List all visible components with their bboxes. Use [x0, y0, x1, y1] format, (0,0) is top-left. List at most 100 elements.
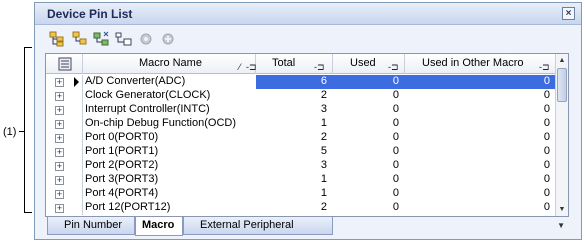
grid-settings-icon[interactable]: [58, 57, 72, 71]
cell-used[interactable]: 0: [333, 159, 405, 173]
filter-icon: [93, 31, 109, 46]
cell-used[interactable]: 0: [333, 187, 405, 201]
expand-plus-icon[interactable]: +: [55, 120, 64, 129]
cell-used-other[interactable]: 0: [405, 117, 556, 131]
cell-total[interactable]: 1: [256, 173, 333, 187]
expand-plus-icon[interactable]: +: [55, 106, 64, 115]
cell-used[interactable]: 0: [333, 173, 405, 187]
toolbar: [35, 25, 581, 53]
cell-macro-name[interactable]: Port 1(PORT1): [85, 145, 256, 159]
col-used-label: Used: [350, 57, 376, 69]
collapse-all-button[interactable]: [71, 31, 89, 47]
row-header[interactable]: +: [46, 75, 83, 89]
expand-plus-icon[interactable]: +: [55, 190, 64, 199]
col-header-total[interactable]: Total -⊐: [256, 54, 333, 74]
disabled-button-1[interactable]: [137, 31, 155, 47]
row-header[interactable]: +: [46, 159, 83, 173]
expand-plus-icon[interactable]: +: [55, 204, 64, 213]
tab-macro[interactable]: Macro: [135, 217, 183, 236]
tab-external-peripheral[interactable]: External Peripheral: [183, 217, 333, 235]
cell-macro-name[interactable]: Port 2(PORT2): [85, 159, 256, 173]
cell-macro-name[interactable]: A/D Converter(ADC): [85, 75, 256, 89]
tab-external-peripheral-label: External Peripheral: [200, 219, 294, 231]
cell-used[interactable]: 0: [333, 131, 405, 145]
row-header[interactable]: +: [46, 89, 83, 103]
row-header[interactable]: +: [46, 187, 83, 201]
cell-used[interactable]: 0: [333, 75, 405, 89]
cell-macro-name[interactable]: Interrupt Controller(INTC): [85, 103, 256, 117]
cell-used[interactable]: 0: [333, 201, 405, 215]
row-header[interactable]: +: [46, 201, 83, 215]
table-row[interactable]: + Port 0(PORT0) 2 0 0: [46, 131, 556, 145]
table-row[interactable]: + Port 1(PORT1) 5 0 0: [46, 145, 556, 159]
table-row[interactable]: + Port 3(PORT3) 1 0 0: [46, 173, 556, 187]
cell-total[interactable]: 2: [256, 201, 333, 215]
table-row[interactable]: + A/D Converter(ADC) 6 0 0: [46, 75, 556, 89]
cell-used-other[interactable]: 0: [405, 103, 556, 117]
expand-all-button[interactable]: [49, 31, 67, 47]
cell-macro-name[interactable]: Port 4(PORT4): [85, 187, 256, 201]
cell-used[interactable]: 0: [333, 117, 405, 131]
expand-plus-icon[interactable]: +: [55, 162, 64, 171]
cell-used-other[interactable]: 0: [405, 145, 556, 159]
cell-used-other[interactable]: 0: [405, 75, 556, 89]
scroll-up-icon[interactable]: ▲: [556, 54, 568, 67]
table-row[interactable]: + Clock Generator(CLOCK) 2 0 0: [46, 89, 556, 103]
cell-used-other[interactable]: 0: [405, 131, 556, 145]
cell-total[interactable]: 3: [256, 103, 333, 117]
collapse-all-icon: [72, 31, 87, 45]
expand-plus-icon[interactable]: +: [55, 78, 64, 87]
cell-total[interactable]: 2: [256, 89, 333, 103]
row-header[interactable]: +: [46, 131, 83, 145]
scroll-down-icon[interactable]: ▼: [556, 203, 568, 216]
macro-grid: Macro Name ⁄ -⊐ Total -⊐ Used -⊐ Used in…: [45, 53, 569, 217]
cell-total[interactable]: 1: [256, 117, 333, 131]
close-button[interactable]: ×: [562, 7, 575, 20]
cell-macro-name[interactable]: Port 0(PORT0): [85, 131, 256, 145]
expand-plus-icon[interactable]: +: [55, 176, 64, 185]
cell-used[interactable]: 0: [333, 89, 405, 103]
cell-used[interactable]: 0: [333, 145, 405, 159]
tab-scroll-down-icon[interactable]: ▼: [557, 221, 565, 230]
cell-total[interactable]: 2: [256, 131, 333, 145]
cell-macro-name[interactable]: Port 12(PORT12): [85, 201, 256, 215]
expand-plus-icon[interactable]: +: [55, 148, 64, 157]
scroll-thumb[interactable]: [557, 68, 567, 102]
device-pin-list-panel: Device Pin List × Macro Name ⁄ -⊐ Total …: [34, 2, 582, 240]
cell-used-other[interactable]: 0: [405, 89, 556, 103]
cell-total[interactable]: 3: [256, 159, 333, 173]
row-header[interactable]: +: [46, 145, 83, 159]
col-header-macro-name[interactable]: Macro Name ⁄ -⊐: [83, 54, 257, 74]
callout-bracket: [24, 47, 32, 213]
cell-total[interactable]: 6: [256, 75, 333, 89]
expand-plus-icon[interactable]: +: [55, 134, 64, 143]
cell-used-other[interactable]: 0: [405, 159, 556, 173]
cell-macro-name[interactable]: Clock Generator(CLOCK): [85, 89, 256, 103]
row-header[interactable]: +: [46, 117, 83, 131]
row-header[interactable]: +: [46, 173, 83, 187]
disabled-button-2[interactable]: [159, 31, 177, 47]
cell-used-other[interactable]: 0: [405, 187, 556, 201]
cell-total[interactable]: 1: [256, 187, 333, 201]
vertical-scrollbar[interactable]: ▲ ▼: [555, 54, 568, 216]
row-header[interactable]: +: [46, 103, 83, 117]
cell-macro-name[interactable]: Port 3(PORT3): [85, 173, 256, 187]
tree-button[interactable]: [115, 31, 133, 47]
col-used-other-label: Used in Other Macro: [422, 57, 524, 69]
table-row[interactable]: + Port 4(PORT4) 1 0 0: [46, 187, 556, 201]
table-row[interactable]: + Port 12(PORT12) 2 0 0: [46, 201, 556, 215]
filter-button[interactable]: [93, 31, 111, 47]
expand-plus-icon[interactable]: +: [55, 92, 64, 101]
cell-used-other[interactable]: 0: [405, 201, 556, 215]
table-row[interactable]: + Port 2(PORT2) 3 0 0: [46, 159, 556, 173]
col-header-used[interactable]: Used -⊐: [333, 54, 405, 74]
col-header-used-other[interactable]: Used in Other Macro -⊐: [405, 54, 556, 74]
col-total-label: Total: [272, 57, 296, 69]
cell-macro-name[interactable]: On-chip Debug Function(OCD): [85, 117, 256, 131]
table-row[interactable]: + Interrupt Controller(INTC) 3 0 0: [46, 103, 556, 117]
cell-total[interactable]: 5: [256, 145, 333, 159]
tab-pin-number[interactable]: Pin Number: [47, 217, 135, 235]
cell-used-other[interactable]: 0: [405, 173, 556, 187]
cell-used[interactable]: 0: [333, 103, 405, 117]
table-row[interactable]: + On-chip Debug Function(OCD) 1 0 0: [46, 117, 556, 131]
